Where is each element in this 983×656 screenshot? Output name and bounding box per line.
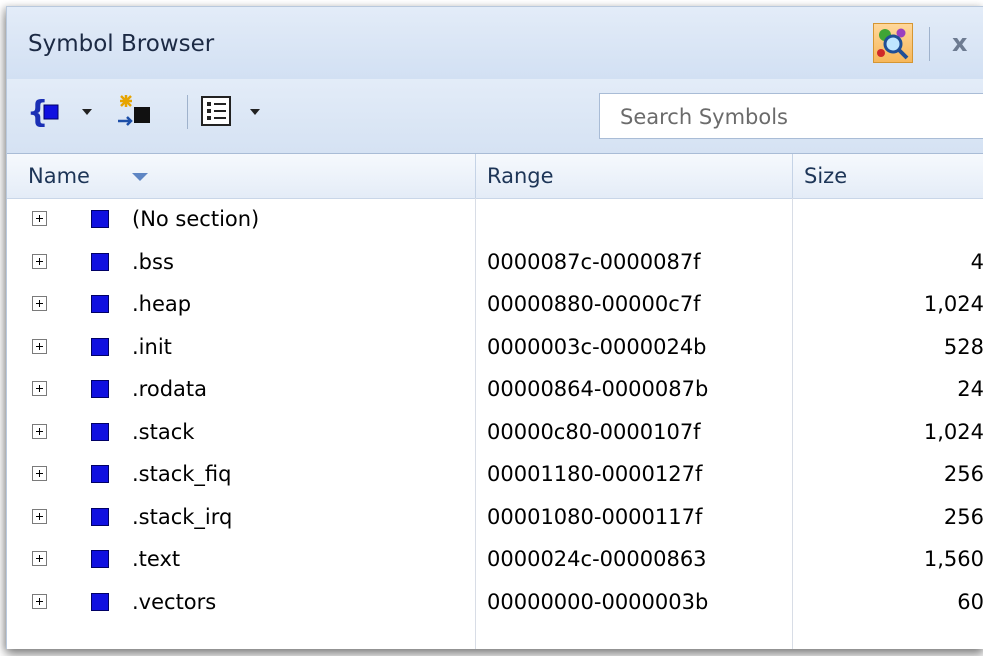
- table-row[interactable]: (No section): [7, 198, 983, 241]
- title-bar: Symbol Browser x: [7, 7, 983, 79]
- section-icon: [91, 507, 109, 526]
- section-icon: [91, 337, 109, 356]
- panel-title: Symbol Browser: [28, 31, 215, 57]
- table-row[interactable]: .stack_fiq 00001180-0000127f 256: [7, 453, 983, 496]
- search-box[interactable]: [599, 93, 983, 139]
- symbol-name: .stack: [132, 419, 195, 444]
- expand-icon[interactable]: [32, 466, 47, 481]
- close-button[interactable]: x: [952, 29, 967, 57]
- symbol-name: (No section): [132, 207, 260, 231]
- symbol-list: (No section) .bss 0000087c-0000087f 4 .heap 0…: [7, 198, 983, 623]
- section-icon: [91, 380, 109, 398]
- toolbar-separator: [187, 95, 188, 129]
- expand-icon[interactable]: [32, 296, 47, 311]
- expand-icon[interactable]: [32, 551, 47, 566]
- symbol-size: 1,024: [923, 292, 983, 316]
- section-icon: [91, 592, 109, 611]
- section-icon: [91, 550, 109, 568]
- expand-icon[interactable]: [32, 338, 47, 354]
- symbol-name: .stack_irq: [132, 504, 233, 529]
- chevron-down-icon: [82, 109, 92, 115]
- expand-icon[interactable]: [32, 381, 47, 396]
- search-input[interactable]: [618, 96, 982, 138]
- symbol-range: 00000880-00000c7f: [487, 292, 701, 316]
- table-row[interactable]: .rodata 00000864-0000087b 24: [7, 368, 983, 411]
- chevron-down-icon: [250, 109, 260, 115]
- expand-icon[interactable]: [32, 423, 47, 439]
- table-row[interactable]: .init 0000003c-0000024b 528: [7, 326, 983, 369]
- section-icon: [91, 252, 109, 271]
- symbol-size: 60: [957, 589, 983, 614]
- find-symbols-button[interactable]: [873, 23, 913, 63]
- expand-icon[interactable]: [32, 593, 47, 609]
- view-options-dropdown-button[interactable]: [199, 91, 265, 131]
- table-row[interactable]: .bss 0000087c-0000087f 4: [7, 241, 983, 284]
- expand-icon[interactable]: [32, 211, 47, 226]
- symbol-name: .stack_fiq: [132, 462, 232, 486]
- column-header-name[interactable]: Name: [28, 154, 90, 198]
- column-header: Name Range Size: [7, 154, 983, 199]
- symbol-size: 4: [970, 249, 983, 274]
- symbol-range: 00000c80-0000107f: [487, 419, 701, 444]
- expand-icon[interactable]: [32, 253, 47, 269]
- symbol-size: 528: [943, 334, 983, 359]
- symbol-name: .bss: [132, 249, 174, 274]
- symbol-size: 24: [957, 377, 983, 401]
- table-row[interactable]: .heap 00000880-00000c7f 1,024: [7, 283, 983, 326]
- symbol-range: 00000000-0000003b: [487, 589, 709, 614]
- column-header-size[interactable]: Size: [804, 154, 847, 198]
- find-symbols-icon: [877, 28, 909, 60]
- new-symbol-button[interactable]: [112, 91, 172, 131]
- symbol-range: 00001180-0000127f: [487, 462, 703, 486]
- expand-icon[interactable]: [32, 508, 47, 524]
- symbol-size: 1,024: [923, 419, 983, 444]
- symbol-name: .heap: [132, 292, 192, 316]
- struct-icon: {: [27, 95, 59, 130]
- column-resize-handle[interactable]: [792, 154, 793, 198]
- section-icon: [91, 210, 109, 228]
- symbol-name: .text: [132, 547, 181, 571]
- symbol-size: 1,560: [923, 547, 983, 571]
- table-row[interactable]: .vectors 00000000-0000003b 60: [7, 581, 983, 624]
- section-icon: [91, 422, 109, 441]
- symbol-browser-window: Symbol Browser x {Search Symbols Name R…: [6, 6, 983, 649]
- table-row[interactable]: .text 0000024c-00000863 1,560: [7, 538, 983, 581]
- symbol-name: .rodata: [132, 377, 207, 401]
- column-header-range[interactable]: Range: [487, 154, 554, 198]
- symbol-range: 00001080-0000117f: [487, 504, 703, 529]
- symbol-name: .vectors: [132, 589, 217, 614]
- symbol-size: [834, 198, 983, 241]
- sort-descending-icon: [132, 173, 148, 181]
- symbol-size: 256: [943, 462, 983, 486]
- column-resize-handle[interactable]: [475, 154, 476, 198]
- table-row[interactable]: .stack_irq 00001080-0000117f 256: [7, 496, 983, 539]
- title-separator: [929, 27, 930, 61]
- section-icon: [91, 465, 109, 483]
- table-row[interactable]: .stack 00000c80-0000107f 1,024: [7, 411, 983, 454]
- symbol-range: 0000024c-00000863: [487, 547, 707, 571]
- symbol-size: 256: [943, 504, 983, 529]
- symbol-range: 0000087c-0000087f: [487, 249, 701, 274]
- section-icon: [91, 295, 109, 313]
- new-item-sparkle-icon: [118, 95, 150, 126]
- symbol-range: 00000864-0000087b: [487, 377, 709, 401]
- symbol-name: .init: [132, 334, 172, 359]
- list-view-icon: [201, 96, 231, 126]
- symbol-range: 0000003c-0000024b: [487, 334, 707, 359]
- struct-dropdown-button[interactable]: {: [25, 91, 95, 131]
